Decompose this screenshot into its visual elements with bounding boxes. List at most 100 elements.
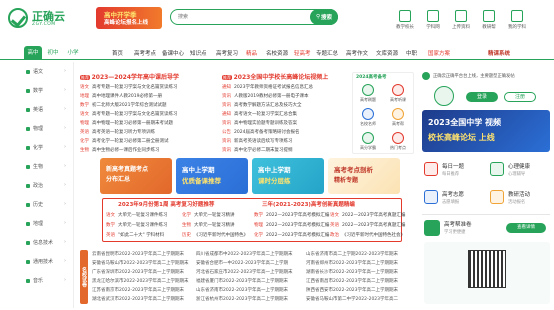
nav-national-plan[interactable]: 国家方案 — [428, 49, 450, 57]
nav-vocational[interactable]: 中职 — [406, 49, 417, 57]
list-item[interactable]: 湖北省武汉市2022-2023学年高二上学期期末 — [92, 296, 184, 302]
toolbar-item-upload[interactable]: 上传资料 — [448, 10, 474, 30]
nav-knowledge[interactable]: 知识点 — [190, 49, 207, 57]
sidebar-item-music[interactable]: 音乐 › — [26, 277, 66, 284]
nav-school-resources[interactable]: 名校资源 — [266, 49, 288, 57]
list-item[interactable]: 化学 高考化学一轮复习必修第二册全册测试 — [80, 138, 169, 144]
nav-lesson-prep[interactable]: 备课中心 — [162, 49, 184, 57]
app-detail-button[interactable]: 查看详情 — [506, 223, 546, 233]
list-item[interactable]: 通知 2023学年教师资格证考试报名信息汇总 — [222, 84, 313, 90]
login-button[interactable]: 登录 — [466, 92, 498, 102]
list-item[interactable]: 河南省郑州市2022-2023学年高二上学期期末 — [306, 260, 398, 266]
list-item[interactable]: 通知 高考语文一轮复习学案汇总合集 — [222, 111, 297, 117]
nav-composition[interactable]: 高考作文 — [346, 49, 368, 57]
list-item[interactable]: 数学 初二北师大版2021学年综合测试试题 — [80, 102, 166, 108]
list-item[interactable]: 山东省济南市高二上学期2022-2023学年期末 — [306, 251, 398, 257]
promo-card-lesson-prep[interactable]: 高中上学期 优质备课推荐 — [176, 158, 248, 194]
sidebar-item-geography[interactable]: 地理 › — [26, 220, 66, 227]
feature-volunteer[interactable]: 高考志愿 志愿填报 — [422, 186, 484, 210]
list-item[interactable]: 广东省深圳市2022-2023学年高一上学期期末 — [92, 269, 184, 275]
list-item[interactable]: 安徽省合肥市一中2022-2023学年高二上学期 — [196, 260, 288, 266]
mini-item-helper[interactable]: 高考帮 — [386, 108, 410, 127]
list-item[interactable]: 资讯 高考数学解题方法汇总及技巧大全 — [222, 102, 302, 108]
avatar[interactable] — [434, 86, 454, 106]
nav-exam-points[interactable]: 高考考点 — [134, 49, 156, 57]
list-item[interactable]: 语文 高考专题一轮复习学案与文化名篇赏读练习 — [80, 84, 178, 90]
nav-course-system[interactable]: 精课系统 — [488, 49, 510, 57]
nav-light-exam[interactable]: 轻高考 — [294, 49, 311, 57]
table-row[interactable]: 历史 《习近平新时代中国特色》 — [182, 232, 248, 238]
nav-home[interactable]: 首页 — [112, 49, 123, 57]
table-row[interactable]: 语文 大单元—轮复习课件练习 — [106, 212, 168, 218]
list-item[interactable]: 云南省昆明市2022-2023学年高二上学期期末 — [92, 251, 184, 257]
mini-item-drill[interactable]: 高考刷题 — [356, 84, 380, 103]
highlight-right-title[interactable]: 三年(2021-2023)高考创新真题精编 — [262, 200, 355, 208]
toolbar-item-subject-net[interactable]: 学科网 — [420, 10, 446, 30]
sidebar-item-math[interactable]: 数学 › — [26, 87, 66, 94]
toolbar-item-research[interactable]: 教研帮 — [476, 10, 502, 30]
nav-topics[interactable]: 专题汇总 — [316, 49, 338, 57]
list-item[interactable]: 福建省厦门市2022-2023学年高二上学期期末 — [196, 278, 288, 284]
register-button[interactable]: 注册 — [504, 92, 536, 102]
list-item[interactable]: 陕西省西安市2022-2023学年高二上学期期末 — [306, 287, 398, 293]
nav-review[interactable]: 高考复习 — [216, 49, 238, 57]
sidebar-item-chinese[interactable]: 语文 › — [26, 68, 66, 75]
list-item[interactable]: 公告 2024届高考备考策略研讨会报名 — [222, 129, 299, 135]
list-item[interactable]: 安徽省马鞍山市第二中学2022-2023学年高二 — [306, 296, 398, 302]
list-item[interactable]: 江西省南昌市2022-2023学年高二上学期期末 — [306, 278, 398, 284]
table-row[interactable]: 语文 2022—2023学年高考真题汇编 — [330, 212, 405, 218]
featured-left-header[interactable]: 推荐 2023—2024学年高中课后导学 — [80, 72, 179, 81]
list-item[interactable]: 资讯 高中化学必修二期末复习提纲 — [222, 147, 293, 153]
sidebar-item-politics[interactable]: 政治 › — [26, 182, 66, 189]
table-row[interactable]: 政治 《习近平新时代中国特色社会》 — [330, 232, 405, 238]
list-item[interactable]: 资讯 人教版2019教材必修第一册电子课本 — [222, 93, 308, 99]
table-row[interactable]: 英语 2022—2023学年高考真题汇编 — [330, 222, 405, 228]
highlight-left-title[interactable]: 2023年9月份第1周 高考复习好题推荐 — [118, 200, 214, 208]
mini-item-top-students[interactable]: 高分学霸 — [356, 132, 380, 151]
table-row[interactable]: 化学 大单元一轮复习精讲 — [182, 212, 235, 218]
sidebar-item-chemistry[interactable]: 化学 › — [26, 144, 66, 151]
sidebar-item-biology[interactable]: 生物 › — [26, 163, 66, 170]
promo-card-exam-points[interactable]: 新高考真题考点 分布汇总 — [100, 158, 172, 194]
list-item[interactable]: 地理 高中地理课件人教2019必修第一册 — [80, 93, 162, 99]
sidebar-item-history[interactable]: 历史 › — [26, 201, 66, 208]
list-item[interactable]: 江苏省南京市2022-2023学年高三上学期期末 — [92, 287, 184, 293]
sidebar-item-general-tech[interactable]: 通用技术 › — [26, 258, 66, 265]
table-row[interactable]: 物理 2022—2023学年高考模拟汇编 — [254, 222, 329, 228]
toolbar-item-principal[interactable]: 教学校长 — [392, 10, 418, 30]
list-item[interactable]: 黑龙江哈尔滨市2022-2023学年高二上学期期末 — [92, 278, 189, 284]
sidebar-item-physics[interactable]: 物理 › — [26, 125, 66, 132]
stage-tab-middle[interactable]: 初中 — [44, 46, 62, 60]
list-item[interactable]: 资讯 新高考英语读后续写专项练习 — [222, 138, 293, 144]
list-item[interactable]: 湖南省长沙市2022-2023学年高一上学期期末 — [306, 269, 398, 275]
toolbar-item-my-subject[interactable]: 我的学科 — [504, 10, 530, 30]
list-item[interactable]: 资讯 高中物理实验题专题训练及答案 — [222, 120, 297, 126]
stage-tab-primary[interactable]: 小学 — [64, 46, 82, 60]
search-button[interactable]: ⚲ 搜索 — [310, 9, 338, 25]
table-row[interactable]: 英语 "如此二十大" 学科材料 — [106, 232, 164, 238]
feature-research[interactable]: 教研活动 活动报名 — [488, 186, 550, 210]
promo-card-analysis[interactable]: 高考考点剖析 精析专题 — [328, 158, 400, 194]
stage-tab-high[interactable]: 高中 — [24, 46, 42, 60]
promo-card-practice[interactable]: 高中上学期 课时分层练 — [252, 158, 324, 194]
sidebar-item-it[interactable]: 信息技术 › — [26, 239, 66, 246]
search-input[interactable] — [178, 12, 298, 21]
promo-video-banner[interactable]: 2023全国中学 视频 校长高峰论坛 上线 — [422, 110, 550, 152]
list-item[interactable]: 英语 高考英语一轮复习听力专项训练 — [80, 129, 155, 135]
sidebar-item-english[interactable]: 英语 › — [26, 106, 66, 113]
list-item[interactable]: 河北省石家庄市2022-2023学年高一上学期期末 — [196, 269, 293, 275]
feature-daily[interactable]: 每日一题 每日推荐 — [422, 158, 484, 182]
list-item[interactable]: 生物 高中生物必修一课后作业同步练习 — [80, 147, 160, 153]
list-item[interactable]: 浙江省杭州市2022-2023学年高二上学期期末 — [196, 296, 288, 302]
table-row[interactable]: 数学 大单元—轮复习课件练习 — [106, 222, 168, 228]
logo-icon[interactable] — [8, 8, 28, 28]
list-item[interactable]: 山东省济南市2022-2023学年高一上学期期末 — [196, 287, 288, 293]
list-item[interactable]: 四川省成都市中2022-2023学年高二上学期期末 — [196, 251, 293, 257]
list-item[interactable]: 语文 高考专题一轮复习学案与文化名篇赏读练习 — [80, 111, 178, 117]
mini-item-teachers[interactable]: 名校名师 — [356, 108, 380, 127]
nav-library[interactable]: 文库资源 — [376, 49, 398, 57]
table-row[interactable]: 生物 大单元一轮复习精讲 — [182, 222, 235, 228]
list-item[interactable]: 物理 高中物理一轮复习必修第一册期末考试题 — [80, 120, 173, 126]
table-row[interactable]: 化学 2022—2023学年高考模拟汇编 — [254, 232, 329, 238]
table-row[interactable]: 数学 2022—2023学年高考模拟汇编 — [254, 212, 329, 218]
